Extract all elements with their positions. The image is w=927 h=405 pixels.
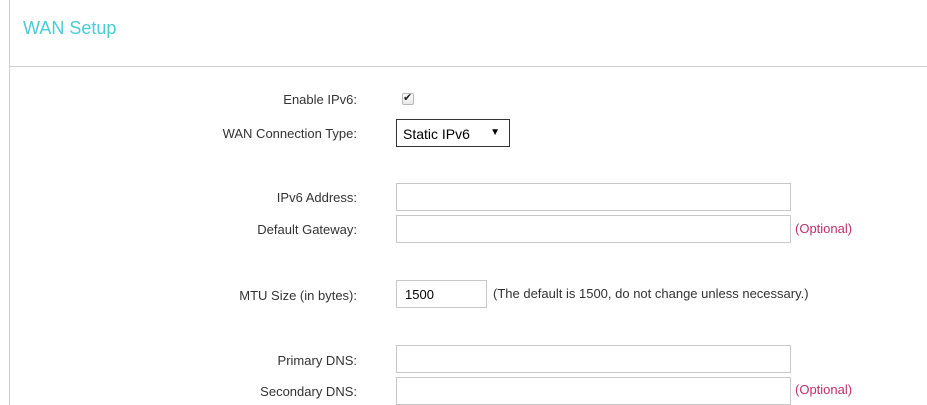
page-title: WAN Setup <box>23 18 117 38</box>
primary-dns-input[interactable] <box>396 345 791 373</box>
default-gateway-optional-hint: (Optional) <box>795 221 853 236</box>
default-gateway-label: Default Gateway: <box>257 222 357 237</box>
mtu-note: (The default is 1500, do not change unle… <box>493 286 809 301</box>
primary-dns-label: Primary DNS: <box>277 353 357 368</box>
checkmark-icon: ✔ <box>403 92 413 104</box>
enable-ipv6-label: Enable IPv6: <box>283 92 357 107</box>
ipv6-address-label: IPv6 Address: <box>276 190 357 205</box>
connection-type-value: Static IPv6 <box>403 126 470 142</box>
connection-type-select[interactable]: Static IPv6 ▼ <box>396 119 510 147</box>
mtu-input[interactable] <box>396 280 487 308</box>
panel-header: WAN Setup <box>10 0 927 67</box>
enable-ipv6-checkbox[interactable]: ✔ <box>402 92 414 105</box>
default-gateway-input[interactable] <box>396 215 791 243</box>
secondary-dns-label: Secondary DNS: <box>260 384 357 399</box>
secondary-dns-optional-hint: (Optional) <box>795 382 853 397</box>
connection-type-label: WAN Connection Type: <box>222 126 357 141</box>
secondary-dns-input[interactable] <box>396 377 791 405</box>
dropdown-arrow-icon: ▼ <box>490 127 500 138</box>
ipv6-address-input[interactable] <box>396 183 791 211</box>
mtu-label: MTU Size (in bytes): <box>239 288 357 303</box>
